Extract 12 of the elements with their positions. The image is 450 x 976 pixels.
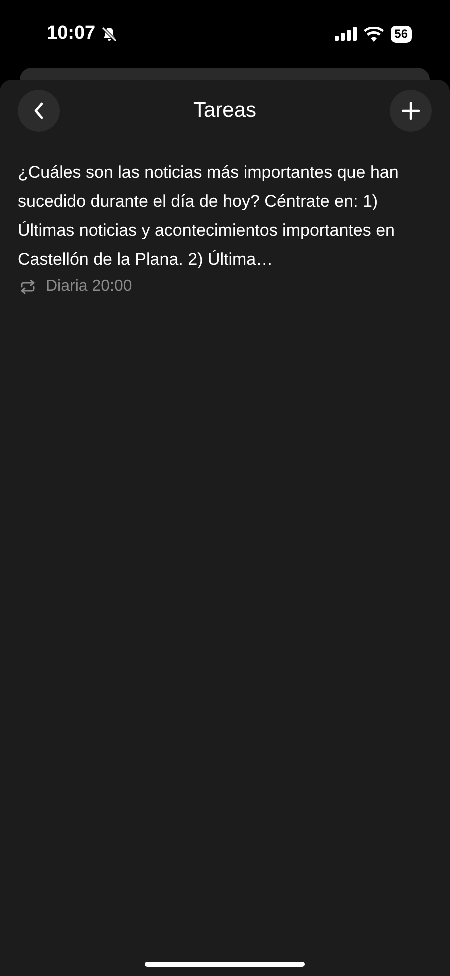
task-text[interactable]: ¿Cuáles son las noticias más importantes que han sucedido durante el día de hoy? Céntrate en: 1) Últimas noticias y acontecimientos importantes en Castellón de la Plana. 2) Última… <box>18 158 432 274</box>
wifi-icon <box>364 26 384 42</box>
add-button[interactable] <box>390 90 432 132</box>
signal-icon <box>334 27 357 41</box>
repeat-icon <box>20 280 36 294</box>
back-icon <box>33 102 45 120</box>
page-title: Tareas <box>193 99 257 123</box>
status-time: 10:07 <box>47 23 96 45</box>
back-button[interactable] <box>18 90 60 132</box>
plus-icon <box>402 102 420 120</box>
schedule-label: Diaria 20:00 <box>46 278 132 296</box>
battery-icon: 56 <box>390 26 412 42</box>
